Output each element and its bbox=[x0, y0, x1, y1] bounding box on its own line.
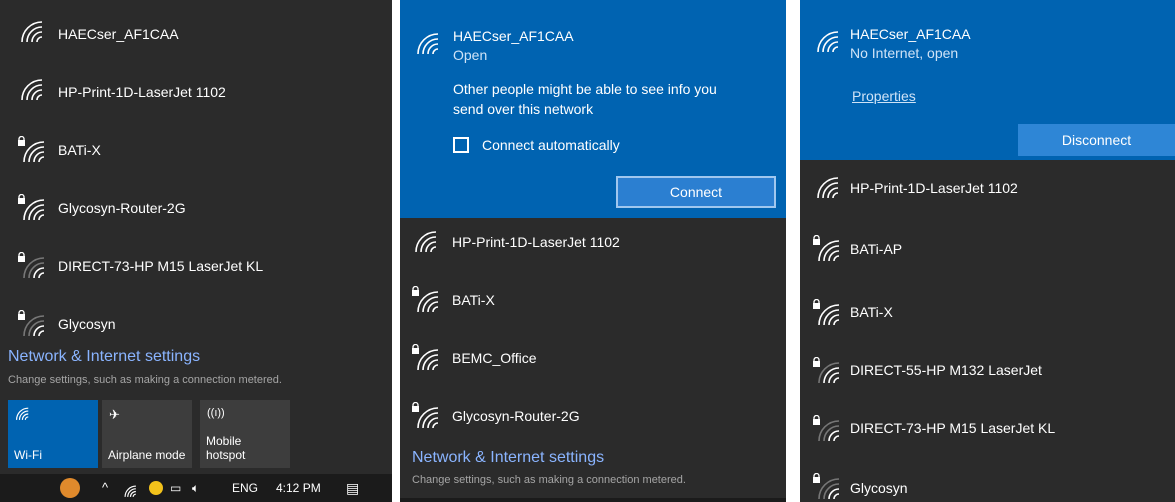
network-status: Open bbox=[453, 47, 488, 63]
hotspot-icon: ((ı)) bbox=[207, 407, 225, 419]
volume-icon[interactable]: 🔈︎ bbox=[192, 474, 199, 502]
connect-automatically-checkbox[interactable] bbox=[453, 137, 469, 153]
network-settings-description: Change settings, such as making a connec… bbox=[8, 374, 282, 386]
network-item-direct-73[interactable]: DIRECT-73-HP M15 LaserJet KL bbox=[800, 398, 1175, 456]
wifi-signal-icon bbox=[22, 140, 48, 164]
wifi-signal-icon bbox=[416, 32, 442, 56]
wifi-signal-icon bbox=[416, 290, 442, 314]
wifi-signal-icon bbox=[22, 256, 48, 280]
disconnect-button[interactable]: Disconnect bbox=[1018, 124, 1175, 156]
network-name: HAECser_AF1CAA bbox=[453, 28, 574, 44]
quick-action-label: Wi-Fi bbox=[14, 448, 42, 462]
network-name: Glycosyn-Router-2G bbox=[452, 408, 580, 424]
network-name: HAECser_AF1CAA bbox=[850, 26, 971, 42]
wifi-signal-icon bbox=[817, 303, 843, 327]
network-item-bati-ap[interactable]: BATi-AP bbox=[800, 218, 1175, 276]
wifi-signal-icon bbox=[416, 348, 442, 372]
wifi-flyout-list: HAECser_AF1CAA HP-Print-1D-LaserJet 1102… bbox=[0, 0, 392, 502]
wifi-icon bbox=[15, 407, 31, 424]
network-item-glycosyn[interactable]: Glycosyn bbox=[800, 456, 1175, 502]
quick-action-mobile-hotspot[interactable]: ((ı)) Mobile hotspot bbox=[200, 400, 290, 468]
wifi-signal-icon bbox=[817, 361, 843, 385]
wifi-signal-icon bbox=[817, 419, 843, 443]
security-warning: Other people might be able to see info y… bbox=[453, 81, 717, 97]
network-name: DIRECT-55-HP M132 LaserJet bbox=[850, 362, 1042, 378]
network-item-direct-55[interactable]: DIRECT-55-HP M132 LaserJet bbox=[800, 340, 1175, 398]
network-settings-link[interactable]: Network & Internet settings bbox=[8, 348, 200, 366]
wifi-flyout-connect: HAECser_AF1CAA Open Other people might b… bbox=[400, 0, 786, 502]
network-name: Glycosyn bbox=[58, 316, 116, 332]
network-item-bemc-office[interactable]: BEMC_Office bbox=[400, 330, 786, 388]
wifi-signal-icon bbox=[20, 78, 46, 102]
quick-action-airplane-mode[interactable]: ✈ Airplane mode bbox=[102, 400, 192, 468]
weather-icon[interactable] bbox=[60, 478, 80, 498]
properties-link[interactable]: Properties bbox=[852, 88, 916, 104]
network-item-hp-print[interactable]: HP-Print-1D-LaserJet 1102 bbox=[400, 214, 786, 272]
wifi-signal-icon bbox=[416, 406, 442, 430]
show-hidden-icons-chevron[interactable]: ^ bbox=[102, 474, 108, 502]
app-tray-icon[interactable] bbox=[149, 481, 163, 495]
network-name: Glycosyn-Router-2G bbox=[58, 200, 186, 216]
quick-action-label: Airplane mode bbox=[108, 448, 186, 462]
airplane-icon: ✈ bbox=[109, 407, 120, 422]
network-settings-description: Change settings, such as making a connec… bbox=[412, 474, 686, 486]
network-name: BATi-X bbox=[850, 304, 893, 320]
taskbar: ^ ▭ 🔈︎ ENG 4:12 PM ▤ bbox=[0, 474, 392, 502]
network-settings-link[interactable]: Network & Internet settings bbox=[412, 449, 604, 467]
quick-action-wifi[interactable]: Wi-Fi bbox=[8, 400, 98, 468]
network-tray-icon[interactable] bbox=[124, 480, 138, 502]
network-item-glycosyn-router[interactable]: Glycosyn-Router-2G bbox=[400, 388, 786, 446]
network-item-expanded[interactable]: HAECser_AF1CAA Open Other people might b… bbox=[400, 0, 786, 218]
wifi-signal-icon bbox=[414, 230, 440, 254]
wifi-signal-icon bbox=[816, 30, 842, 54]
network-item-direct-73[interactable]: DIRECT-73-HP M15 LaserJet KL bbox=[0, 234, 392, 292]
wifi-signal-icon bbox=[22, 314, 48, 338]
quick-action-label: Mobile hotspot bbox=[206, 434, 246, 462]
wifi-flyout-connected: HAECser_AF1CAA No Internet, open Propert… bbox=[800, 0, 1175, 502]
connect-button[interactable]: Connect bbox=[616, 176, 776, 208]
wifi-signal-icon bbox=[22, 198, 48, 222]
quick-actions-edge bbox=[400, 498, 786, 502]
network-item-hp-print[interactable]: HP-Print-1D-LaserJet 1102 bbox=[800, 160, 1175, 218]
network-name: DIRECT-73-HP M15 LaserJet KL bbox=[850, 420, 1056, 436]
network-name: HP-Print-1D-LaserJet 1102 bbox=[58, 84, 226, 100]
input-language[interactable]: ENG bbox=[232, 474, 258, 502]
network-name: HP-Print-1D-LaserJet 1102 bbox=[452, 234, 620, 250]
network-name: BEMC_Office bbox=[452, 350, 537, 366]
network-item-bati-x[interactable]: BATi-X bbox=[0, 118, 392, 176]
wifi-signal-icon bbox=[817, 477, 843, 501]
network-item-bati-x[interactable]: BATi-X bbox=[800, 282, 1175, 340]
battery-icon[interactable]: ▭ bbox=[170, 474, 181, 502]
wifi-signal-icon bbox=[817, 239, 843, 263]
wifi-signal-icon bbox=[816, 176, 842, 200]
action-center-icon[interactable]: ▤ bbox=[346, 474, 359, 502]
security-warning: send over this network bbox=[453, 101, 594, 117]
wifi-signal-icon bbox=[20, 20, 46, 44]
network-item-haecser[interactable]: HAECser_AF1CAA bbox=[0, 2, 392, 60]
network-status: No Internet, open bbox=[850, 45, 959, 61]
network-name: BATi-AP bbox=[850, 241, 903, 257]
network-item-hp-print[interactable]: HP-Print-1D-LaserJet 1102 bbox=[0, 60, 392, 118]
network-name: HAECser_AF1CAA bbox=[58, 26, 179, 42]
network-item-glycosyn[interactable]: Glycosyn bbox=[0, 292, 392, 350]
network-name: HP-Print-1D-LaserJet 1102 bbox=[850, 180, 1018, 196]
clock[interactable]: 4:12 PM bbox=[276, 474, 321, 502]
network-item-glycosyn-router[interactable]: Glycosyn-Router-2G bbox=[0, 176, 392, 234]
network-name: Glycosyn bbox=[850, 480, 908, 496]
network-name: DIRECT-73-HP M15 LaserJet KL bbox=[58, 258, 264, 274]
network-item-connected[interactable]: HAECser_AF1CAA No Internet, open Propert… bbox=[800, 0, 1175, 160]
network-name: BATi-X bbox=[452, 292, 495, 308]
connect-automatically-label[interactable]: Connect automatically bbox=[482, 137, 620, 153]
network-item-bati-x[interactable]: BATi-X bbox=[400, 272, 786, 330]
network-name: BATi-X bbox=[58, 142, 101, 158]
